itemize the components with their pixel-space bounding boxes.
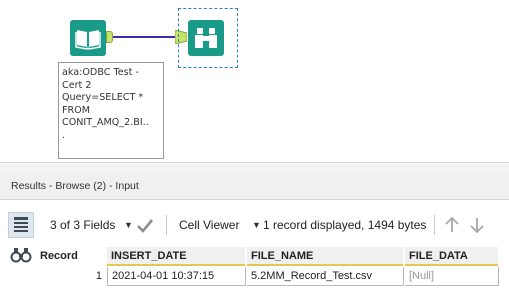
column-type-bar — [107, 264, 245, 266]
grid-header: Record INSERT_DATE FILE_NAME FILE_DATA — [36, 247, 509, 266]
results-title: Results - Browse (2) - Input — [11, 180, 139, 192]
results-toolbar: 3 of 3 Fields ▼ Cell Viewer ▼ 1 record d… — [36, 212, 509, 238]
column-header-record[interactable]: Record — [36, 247, 106, 266]
annotation-line: aka:ODBC Test - — [62, 67, 139, 78]
annotation-line: Query=SELECT * — [62, 92, 144, 104]
cell-viewer-selector[interactable]: Cell Viewer — [179, 218, 239, 232]
table-view-button[interactable] — [8, 212, 34, 238]
connection-line[interactable] — [113, 36, 176, 38]
column-type-bar — [405, 264, 498, 266]
column-header-file-name[interactable]: FILE_NAME — [247, 247, 404, 266]
record-status: 1 record displayed, 1494 bytes — [263, 218, 427, 232]
browse-tool[interactable] — [188, 20, 224, 56]
column-header-label: FILE_DATA — [409, 250, 468, 262]
fields-selector[interactable]: 3 of 3 Fields — [50, 218, 115, 232]
binoculars-icon — [195, 28, 217, 48]
column-header-label: Record — [40, 250, 78, 262]
table-icon — [14, 217, 28, 232]
table-row[interactable]: 1 2021-04-01 10:37:15 5.2MM_Record_Test.… — [36, 267, 509, 286]
binoculars-icon — [10, 248, 32, 263]
annotation-line: CONIT_AMQ_2.BI.. — [62, 117, 149, 129]
column-header-label: FILE_NAME — [251, 250, 314, 262]
record-number-cell: 1 — [95, 270, 102, 282]
results-panel: 3 of 3 Fields ▼ Cell Viewer ▼ 1 record d… — [0, 200, 509, 296]
column-header-file-data[interactable]: FILE_DATA — [405, 247, 499, 266]
output-anchor[interactable] — [106, 31, 113, 43]
column-header-insert-date[interactable]: INSERT_DATE — [107, 247, 246, 266]
results-sidebar — [6, 210, 36, 296]
insert-date-cell[interactable]: 2021-04-01 10:37:15 — [107, 267, 246, 286]
browse-view-button[interactable] — [8, 242, 34, 268]
input-data-tool[interactable] — [70, 20, 106, 56]
toolbar-divider — [434, 215, 435, 235]
workflow-canvas[interactable]: aka:ODBC Test - Cert 2 Query=SELECT * FR… — [0, 0, 509, 162]
toolbar-divider — [166, 215, 167, 235]
open-book-icon — [75, 30, 101, 50]
results-grid: Record INSERT_DATE FILE_NAME FILE_DATA 1… — [36, 247, 509, 287]
panel-splitter[interactable] — [0, 162, 509, 172]
chevron-down-icon[interactable]: ▼ — [252, 220, 261, 230]
annotation-line: FROM — [62, 104, 91, 116]
annotation-line: . — [62, 129, 66, 141]
chevron-down-icon[interactable]: ▼ — [124, 220, 133, 230]
file-data-cell[interactable]: [Null] — [405, 267, 499, 286]
arrow-down-icon[interactable] — [468, 215, 486, 235]
column-header-label: INSERT_DATE — [111, 250, 187, 262]
annotation-line: Cert 2 — [62, 79, 92, 91]
checkmark-icon[interactable] — [134, 215, 156, 235]
tool-annotation: aka:ODBC Test - Cert 2 Query=SELECT * FR… — [58, 62, 164, 159]
arrow-up-icon[interactable] — [443, 215, 461, 235]
column-type-bar — [247, 264, 403, 266]
file-name-cell[interactable]: 5.2MM_Record_Test.csv — [247, 267, 404, 286]
results-header: Results - Browse (2) - Input — [0, 172, 509, 200]
